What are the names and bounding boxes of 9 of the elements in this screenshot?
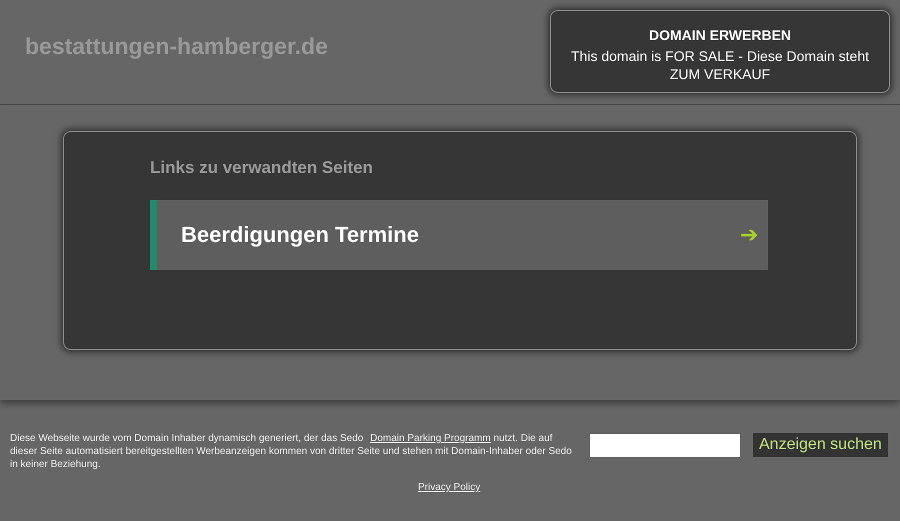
- related-link[interactable]: Beerdigungen Termine ➔: [150, 200, 768, 270]
- search-field[interactable]: [590, 434, 740, 457]
- disclaimer-text: Diese Webseite wurde vom Domain Inhaber dynamisch generiert, der das Sedo Domain Parking Programm nutzt. Die auf dieser Seite automatisiert bereitgestellten Werbeanzeigen kommen von dritter Seite und stehen mit Domain-Inhaber oder Sedo in keiner Beziehung.: [10, 432, 573, 471]
- search-button[interactable]: Anzeigen suchen: [753, 433, 888, 457]
- arrow-icon: ➔: [740, 222, 758, 248]
- sale-notice[interactable]: DOMAIN ERWERBEN This domain is FOR SALE - Diese Domain steht ZUM VERKAUF: [550, 10, 890, 93]
- parking-program-link[interactable]: Domain Parking Programm: [370, 433, 491, 444]
- privacy-policy-link[interactable]: Privacy Policy: [418, 482, 480, 493]
- section-heading: Links zu verwandten Seiten: [150, 158, 374, 178]
